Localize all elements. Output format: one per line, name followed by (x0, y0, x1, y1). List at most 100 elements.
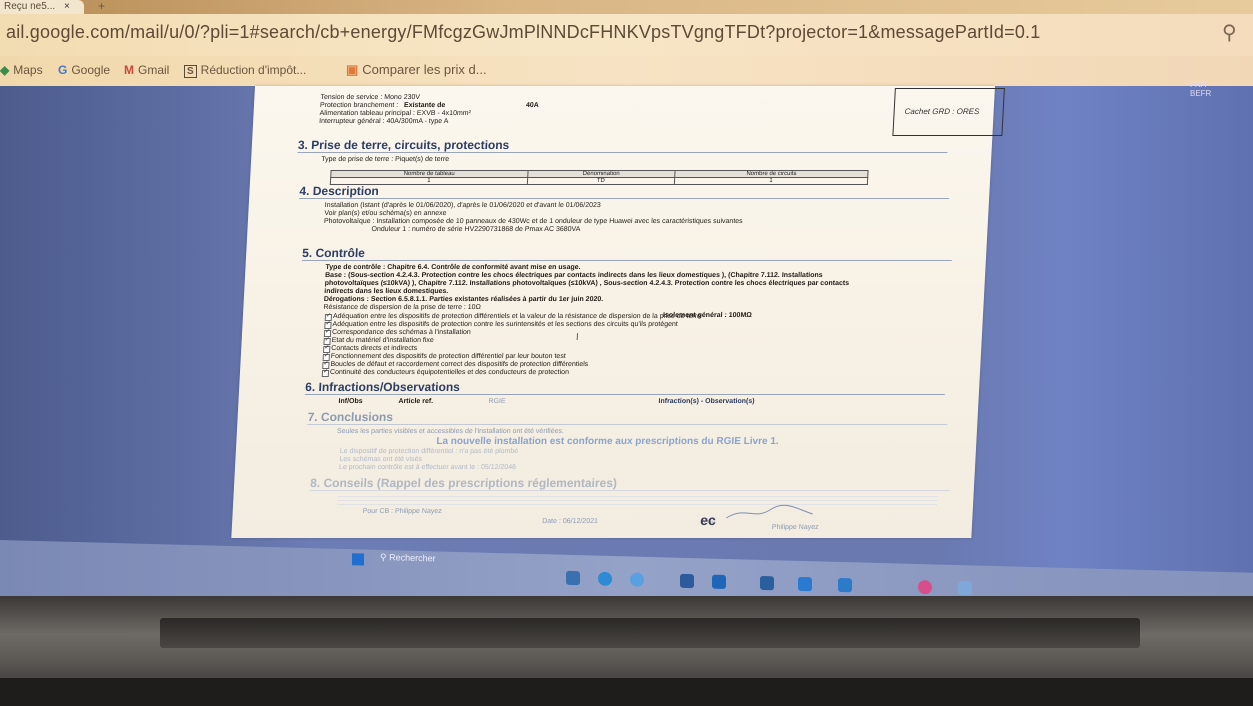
bookmark-label: Comparer les prix d... (362, 62, 487, 77)
table-cell: TD (526, 177, 675, 185)
bookmark-maps[interactable]: ◆ Maps (0, 63, 43, 77)
calculator-icon[interactable] (958, 581, 972, 596)
section-divider (297, 152, 948, 153)
table-header: Dénomination (527, 170, 676, 178)
cachet-label: Cachet GRD : ORES (904, 107, 980, 116)
bookmark-label: Maps (13, 63, 43, 77)
bookmark-google[interactable]: G Google (58, 63, 110, 77)
compare-icon: ▣ (346, 62, 359, 77)
description-line: Onduleur 1 : numéro de série HV229073186… (371, 226, 581, 233)
check-label: Correspondance des schémas à l'installat… (331, 329, 471, 336)
chrome-icon[interactable] (630, 572, 644, 587)
mail-icon[interactable] (760, 575, 774, 591)
section-8-title: 8. Conseils (Rappel des prescriptions ré… (309, 476, 618, 490)
section-5-title: 5. Contrôle (301, 246, 366, 260)
type-prise-text: Type de prise de terre : Piquet(s) de te… (320, 156, 450, 163)
date-text: Date : 06/12/2021 (541, 518, 599, 525)
tab-close-icon[interactable]: × (64, 1, 70, 12)
faded-text-block (337, 496, 938, 497)
media-icon[interactable] (918, 580, 932, 595)
check-label: Fonctionnement des dispositifs de protec… (330, 353, 566, 360)
section-3-title: 3. Prise de terre, circuits, protections (297, 138, 510, 152)
protection-label: Protection branchement : (319, 102, 399, 109)
tray-language: FRA (1190, 80, 1206, 89)
document-viewer: Tension de service : Mono 230V Protectio… (0, 86, 1253, 596)
new-tab-button[interactable]: + (98, 0, 105, 12)
pour-cb-text: Pour CB : Philippe Nayez (362, 508, 442, 515)
circuits-table: Nombre de tableau Dénomination Nombre de… (330, 170, 869, 185)
protection-amp: 40A (525, 102, 540, 109)
maps-icon: ◆ (0, 63, 10, 77)
tray-layout: BEFR (1190, 89, 1212, 98)
faded-text-block (337, 500, 938, 501)
section-divider (309, 490, 950, 491)
tab-title: Reçu ne5... (4, 1, 56, 12)
check-box (321, 370, 330, 377)
document-page: Tension de service : Mono 230V Protectio… (231, 86, 1005, 538)
interrupteur-text: Interrupteur général : 40A/300mA - type … (318, 118, 449, 125)
s-icon: S (184, 65, 197, 78)
signatory-name: Philippe Nayez (771, 524, 819, 531)
bookmark-label: Gmail (138, 63, 170, 77)
table-cell: 1 (674, 177, 868, 185)
conclusion-statement: La nouvelle installation est conforme au… (436, 436, 779, 447)
control-line: Dérogations : Section 6.5.8.1.1. Parties… (323, 296, 604, 303)
windows-start-icon[interactable] (352, 553, 364, 566)
cachet-box: Cachet GRD : ORES (892, 88, 1005, 136)
address-bar: ail.google.com/mail/u/0/?pli=1#search/cb… (0, 14, 1253, 56)
section-7-title: 7. Conclusions (307, 410, 394, 424)
bookmark-gmail[interactable]: M Gmail (124, 63, 169, 77)
section-divider (301, 260, 952, 261)
description-line: Voir plan(s) et/ou schéma(s) en annexe (324, 210, 447, 217)
faded-text-block (337, 504, 938, 505)
conclusion-line: Les schémas ont été visés (339, 456, 423, 463)
table-header: Nombre de circuits (674, 170, 869, 178)
file-explorer-icon[interactable] (566, 570, 580, 586)
control-line: Type de contrôle : Chapitre 6.4. Contrôl… (325, 264, 581, 271)
edge-icon[interactable] (598, 571, 612, 587)
app-icon[interactable] (680, 573, 694, 589)
table-row: 1 TD 1 (330, 177, 868, 185)
tension-text: Tension de service : Mono 230V (320, 94, 421, 101)
outlook-icon[interactable] (838, 577, 852, 593)
store-icon[interactable] (712, 574, 726, 590)
control-line: Base : (Sous-section 4.2.4.3. Protection… (324, 272, 823, 279)
signature-icon (726, 504, 813, 519)
bookmark-label: Google (71, 63, 111, 77)
keyboard-edge (0, 678, 1253, 706)
conclusion-line: Le prochain contrôle est à effectuer ava… (338, 464, 517, 471)
alimentation-text: Alimentation tableau principal : EXVB - … (319, 110, 472, 117)
check-label: Continuité des conducteurs équipotentiel… (329, 369, 570, 376)
section-divider (304, 394, 945, 395)
description-line: Photovoltaïque : Installation composée d… (323, 218, 743, 225)
search-placeholder: Rechercher (389, 552, 436, 564)
google-icon: G (58, 63, 68, 77)
obs-col-article: Article ref. (398, 398, 434, 405)
conclusion-line: Le dispositif de protection différentiel… (339, 448, 519, 455)
check-label: Adéquation entre les dispositifs de prot… (332, 313, 702, 320)
tab-strip: Reçu ne5... × + (0, 0, 1253, 14)
bookmark-compare[interactable]: ▣ Comparer les prix d... (346, 62, 487, 78)
browser-tab[interactable]: Reçu ne5... × (0, 0, 84, 14)
section-divider (307, 424, 948, 425)
check-label: Boucles de défaut et raccordement correc… (330, 361, 589, 368)
control-line: indirects dans les lieux domestiques. (324, 288, 449, 295)
check-label: Contacts directs et indirects (331, 345, 418, 352)
obs-col-infraction: Infraction(s) - Observation(s) (658, 398, 755, 405)
control-line: Résistance de dispersion de la prise de … (323, 304, 481, 311)
taskbar-search[interactable]: ⚲ Rechercher (380, 552, 436, 564)
magnifier-icon[interactable]: ⚲ (1222, 20, 1237, 45)
laptop-hinge (160, 618, 1140, 648)
section-4-title: 4. Description (299, 184, 380, 198)
ec-logo-icon: ec (699, 512, 717, 528)
bookmark-reduction[interactable]: S Réduction d'impôt... (184, 63, 306, 78)
conclusion-line: Seules les parties visibles et accessibl… (336, 428, 565, 435)
section-divider (299, 198, 950, 199)
obs-col-inf: Inf/Obs (338, 398, 363, 405)
system-tray[interactable]: FRA BEFR (1190, 80, 1211, 98)
control-line: photovoltaïques (≤10kVA) ), Chapitre 7.1… (324, 280, 850, 287)
bookmark-label: Réduction d'impôt... (200, 63, 307, 77)
check-label: Adéquation entre les dispositifs de prot… (332, 321, 678, 328)
photos-icon[interactable] (798, 576, 812, 592)
url-field[interactable]: ail.google.com/mail/u/0/?pli=1#search/cb… (6, 22, 1040, 43)
